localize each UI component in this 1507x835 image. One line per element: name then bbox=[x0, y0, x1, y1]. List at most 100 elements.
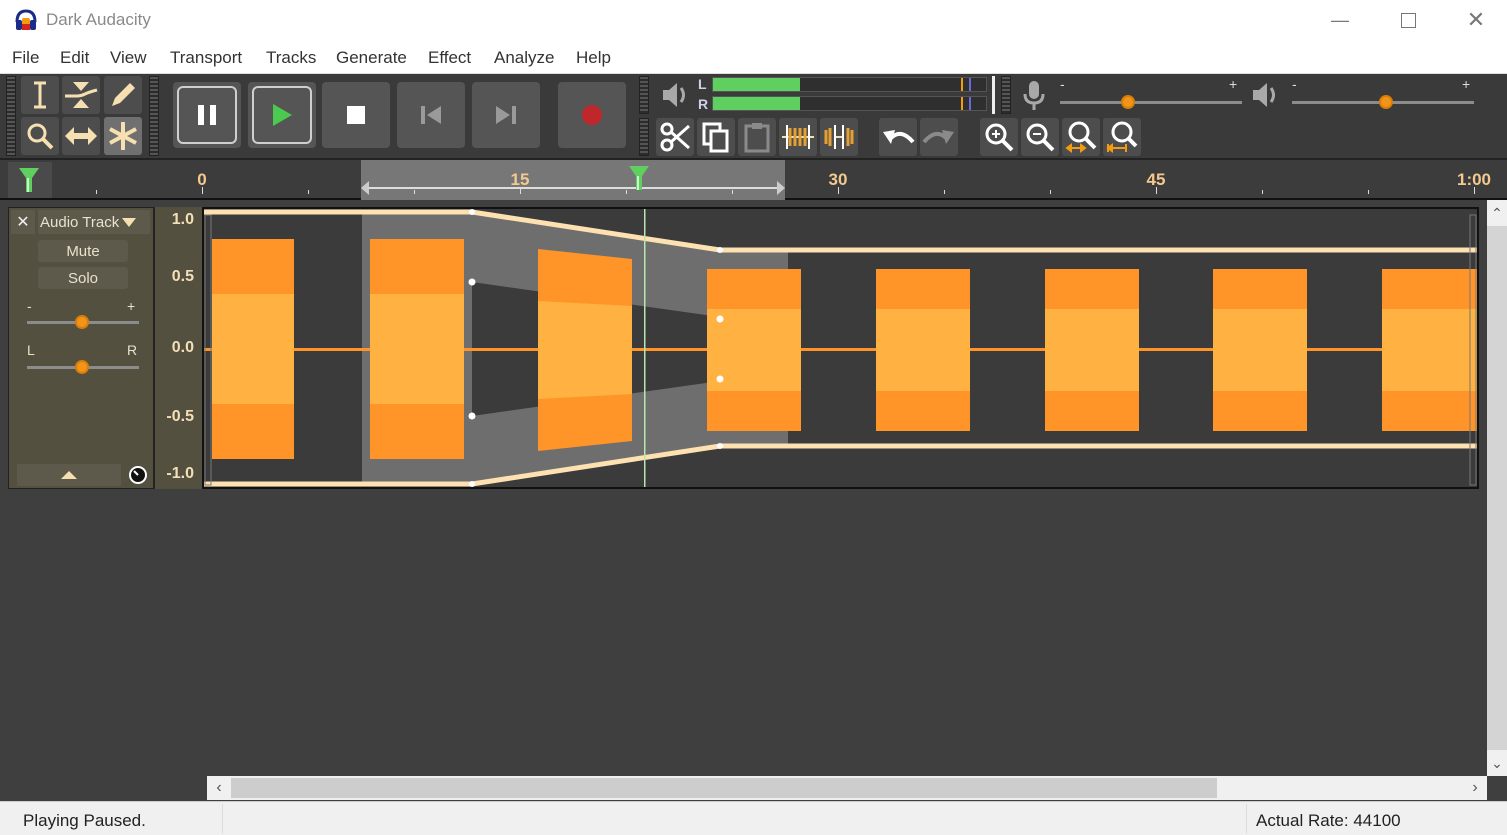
selection-tool-button[interactable] bbox=[21, 76, 59, 114]
skip-to-start-icon bbox=[421, 106, 441, 124]
horizontal-scrollbar[interactable]: ‹ › bbox=[207, 776, 1487, 800]
menu-transport[interactable]: Transport bbox=[170, 48, 242, 68]
zoom-out-button[interactable] bbox=[1021, 118, 1059, 156]
draw-tool-button[interactable] bbox=[104, 76, 142, 114]
collapse-track-button[interactable] bbox=[17, 464, 121, 486]
fit-project-button[interactable] bbox=[1103, 118, 1141, 156]
ruler-tick bbox=[308, 190, 309, 194]
record-volume-slider[interactable] bbox=[1121, 95, 1136, 109]
fit-selection-button[interactable] bbox=[1062, 118, 1100, 156]
cut-button[interactable] bbox=[656, 118, 694, 156]
window-title: Dark Audacity bbox=[46, 10, 151, 29]
meter-toolbar-grip[interactable] bbox=[639, 76, 649, 114]
skip-to-end-button[interactable] bbox=[472, 82, 540, 148]
ruler-tick bbox=[838, 187, 839, 194]
envelope-point[interactable] bbox=[469, 209, 475, 215]
waveform-burst bbox=[707, 269, 801, 431]
solo-button[interactable]: Solo bbox=[38, 267, 128, 289]
envelope-point[interactable] bbox=[716, 375, 724, 383]
zoom-tool-button[interactable] bbox=[21, 117, 59, 155]
close-button[interactable]: ✕ bbox=[1442, 0, 1507, 40]
scroll-left-button[interactable]: ‹ bbox=[207, 776, 231, 800]
menu-edit[interactable]: Edit bbox=[60, 48, 89, 68]
scale-label: 0.0 bbox=[171, 339, 194, 356]
envelope-point[interactable] bbox=[717, 443, 723, 449]
selection-start-arrow[interactable] bbox=[361, 181, 369, 195]
microphone-icon bbox=[1023, 81, 1045, 110]
envelope-point[interactable] bbox=[717, 247, 723, 253]
menu-tracks[interactable]: Tracks bbox=[266, 48, 316, 68]
sync-lock-icon[interactable] bbox=[128, 465, 148, 485]
undo-button[interactable] bbox=[879, 118, 917, 156]
edit-toolbar-grip[interactable] bbox=[639, 118, 649, 156]
scroll-down-button[interactable]: ⌄ bbox=[1487, 750, 1507, 776]
transport-toolbar-grip[interactable] bbox=[149, 76, 159, 156]
ruler-playhead-icon[interactable] bbox=[628, 164, 650, 192]
magnifier-icon bbox=[27, 123, 54, 150]
play-button[interactable] bbox=[248, 82, 316, 148]
pause-button[interactable] bbox=[173, 82, 241, 148]
gain-minus-label: - bbox=[27, 298, 32, 314]
scroll-up-button[interactable]: ⌃ bbox=[1487, 200, 1507, 226]
ruler-tick bbox=[96, 190, 97, 194]
maximize-icon bbox=[1400, 12, 1416, 28]
menu-analyze[interactable]: Analyze bbox=[494, 48, 554, 68]
vertical-scrollbar[interactable]: ⌃ ⌄ bbox=[1487, 200, 1507, 776]
minimize-button[interactable]: — bbox=[1306, 0, 1374, 40]
menu-file[interactable]: File bbox=[12, 48, 39, 68]
playhead-line bbox=[644, 209, 646, 487]
envelope-point[interactable] bbox=[468, 412, 476, 420]
record-volume-track[interactable] bbox=[1060, 101, 1242, 104]
mute-button[interactable]: Mute bbox=[38, 240, 128, 262]
envelope-tool-button[interactable] bbox=[62, 76, 100, 114]
tools-toolbar-grip[interactable] bbox=[6, 76, 16, 156]
amplitude-scale[interactable]: 1.0 0.5 0.0 -0.5 -1.0 bbox=[154, 207, 202, 489]
status-message: Playing Paused. bbox=[23, 811, 146, 830]
stop-button[interactable] bbox=[322, 82, 390, 148]
envelope-point[interactable] bbox=[469, 481, 475, 487]
redo-button[interactable] bbox=[920, 118, 958, 156]
paste-button[interactable] bbox=[738, 118, 776, 156]
menu-view[interactable]: View bbox=[110, 48, 147, 68]
record-volume-plus: + bbox=[1229, 76, 1238, 92]
chevron-up-icon: ⌃ bbox=[1491, 204, 1503, 221]
menu-effect[interactable]: Effect bbox=[428, 48, 471, 68]
meter-right-bar[interactable] bbox=[712, 96, 987, 111]
envelope-point[interactable] bbox=[716, 315, 724, 323]
menu-help[interactable]: Help bbox=[576, 48, 611, 68]
waveform-canvas[interactable] bbox=[204, 209, 1479, 489]
gain-slider[interactable] bbox=[75, 315, 89, 329]
zoom-in-button[interactable] bbox=[980, 118, 1018, 156]
gain-plus-label: + bbox=[127, 298, 136, 314]
pan-slider[interactable] bbox=[75, 360, 89, 374]
playback-speaker-icon bbox=[1253, 83, 1275, 107]
menu-generate[interactable]: Generate bbox=[336, 48, 407, 68]
ruler-tick bbox=[414, 190, 415, 194]
track-name-menu[interactable]: Audio Track bbox=[38, 210, 150, 234]
close-track-button[interactable]: ✕ bbox=[11, 210, 35, 234]
stop-icon bbox=[347, 106, 365, 124]
waveform-area[interactable] bbox=[202, 207, 1479, 489]
ruler-selection[interactable] bbox=[361, 160, 785, 200]
maximize-button[interactable] bbox=[1374, 0, 1442, 40]
time-shift-tool-button[interactable] bbox=[62, 117, 100, 155]
ruler-selection-line bbox=[367, 187, 779, 189]
scroll-right-button[interactable]: › bbox=[1463, 776, 1487, 800]
horizontal-scroll-thumb[interactable] bbox=[231, 778, 1217, 798]
skip-to-start-button[interactable] bbox=[397, 82, 465, 148]
mixer-toolbar-grip[interactable] bbox=[1001, 76, 1011, 114]
playback-volume-plus: + bbox=[1462, 76, 1471, 92]
timeline-ruler[interactable]: 0 15 30 45 1:00 bbox=[0, 160, 1507, 200]
record-button[interactable] bbox=[558, 82, 626, 148]
playback-volume-slider[interactable] bbox=[1378, 95, 1393, 109]
status-divider bbox=[1246, 804, 1247, 834]
envelope-point[interactable] bbox=[468, 278, 476, 286]
multi-tool-button[interactable] bbox=[104, 117, 142, 155]
meter-right-peak bbox=[961, 97, 963, 110]
selection-end-arrow[interactable] bbox=[777, 181, 785, 195]
meter-left-bar[interactable] bbox=[712, 77, 987, 92]
copy-button[interactable] bbox=[697, 118, 735, 156]
trim-audio-button[interactable] bbox=[779, 118, 817, 156]
silence-audio-button[interactable] bbox=[820, 118, 858, 156]
meter-divider bbox=[992, 76, 995, 114]
